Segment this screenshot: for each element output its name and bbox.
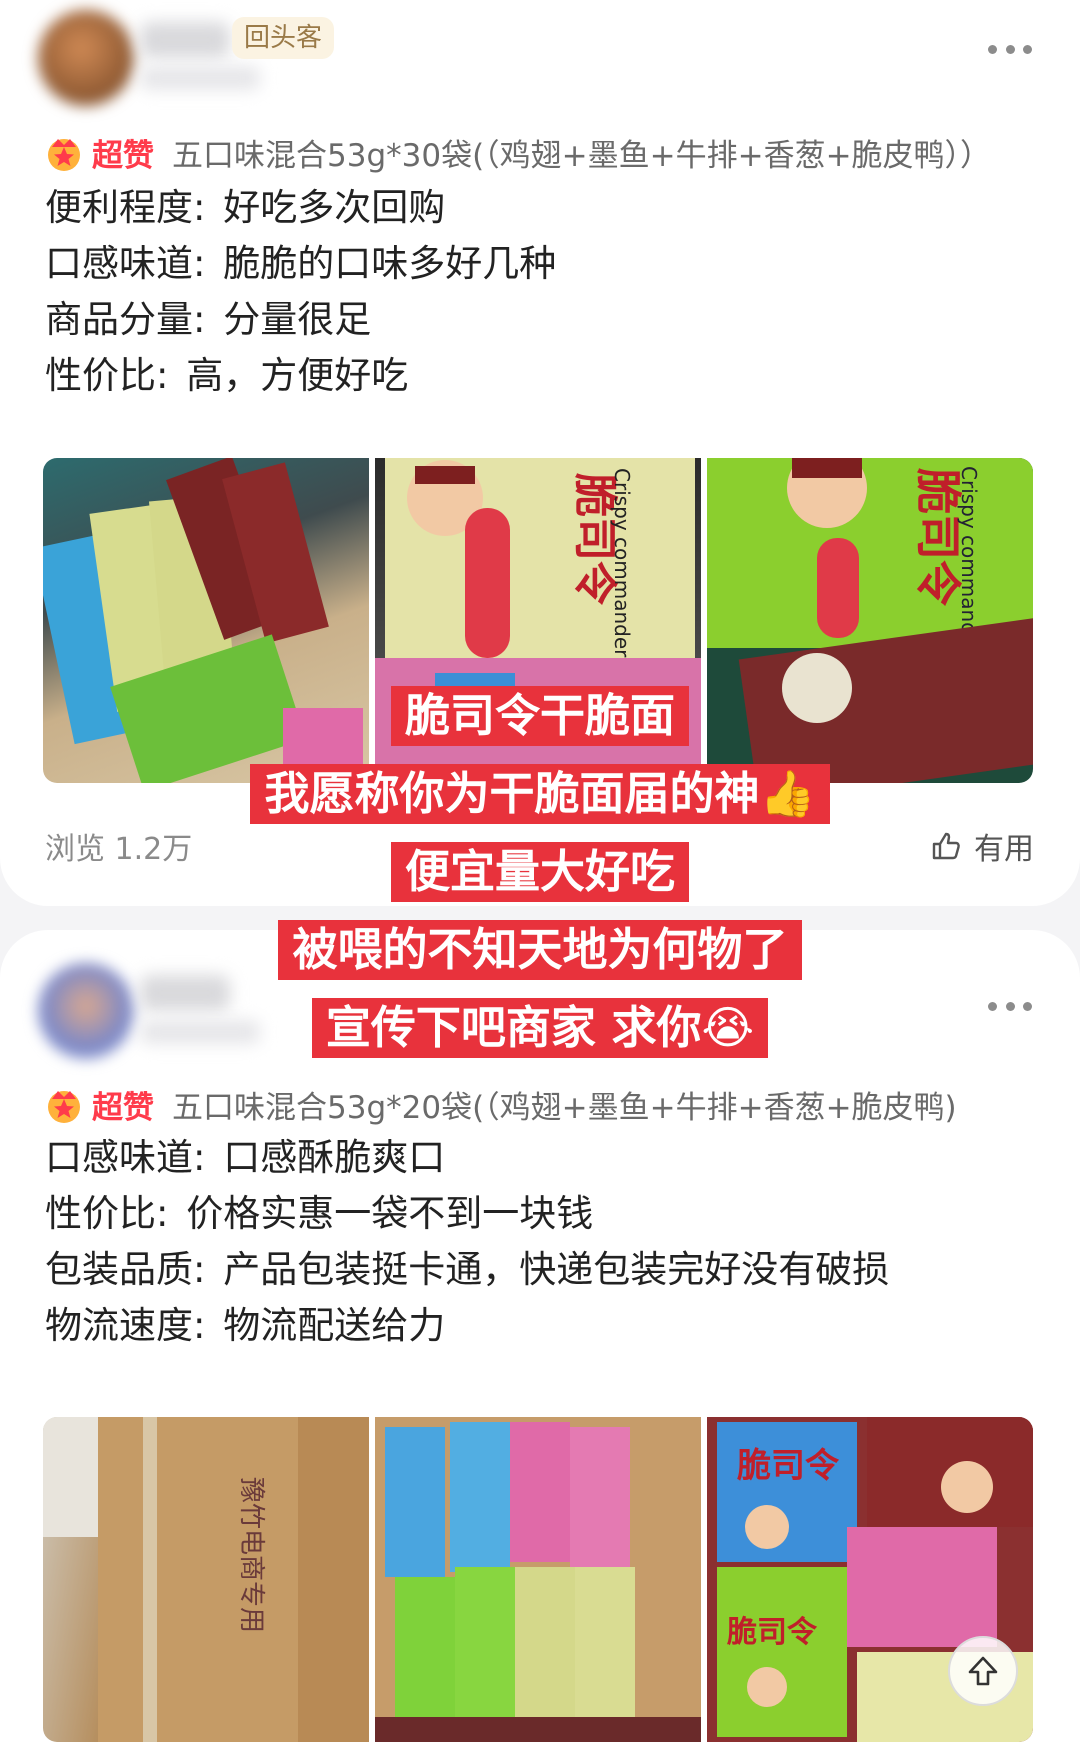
review-line: 口感味道: 脆脆的口味多好几种	[45, 242, 557, 285]
review-photo[interactable]	[375, 1417, 701, 1742]
caption-line: 我愿称你为干脆面届的神👍	[250, 764, 830, 824]
scroll-to-top-button[interactable]	[948, 1636, 1018, 1706]
crown-badge-icon	[48, 138, 80, 171]
product-variant-line: 超赞 五口味混合53g*20袋(（鸡翅+墨鱼+牛排+香葱+脆皮鸭)	[44, 1082, 1050, 1127]
review-photo[interactable]: 豫竹电商专用	[43, 1417, 369, 1742]
more-options-button[interactable]	[988, 44, 1032, 54]
review-text: 口感味道: 口感酥脆爽口 性价比: 价格实惠一袋不到一块钱 包装品质: 产品包装…	[45, 1130, 1040, 1354]
repeat-customer-badge: 回头客	[232, 17, 335, 59]
svg-text:脆司令: 脆司令	[911, 467, 965, 607]
svg-text:脆司令: 脆司令	[737, 1446, 840, 1486]
scroll-top-icon	[968, 1656, 998, 1686]
review-line: 便利程度: 好吃多次回购	[45, 186, 446, 229]
review-line: 性价比: 高，方便好吃	[45, 354, 409, 397]
review-line: 物流速度: 物流配送给力	[45, 1304, 446, 1347]
rating-tag: 超赞	[92, 1090, 154, 1126]
user-avatar[interactable]	[38, 10, 134, 106]
review-text: 便利程度: 好吃多次回购 口感味道: 脆脆的口味多好几种 商品分量: 分量很足 …	[45, 180, 1040, 404]
caption-line: 脆司令干脆面	[390, 686, 689, 746]
brand-en-text: Crispy commander	[610, 468, 634, 658]
caption-line: 便宜量大好吃	[390, 842, 689, 902]
caption-line: 被喂的不知天地为何物了	[278, 920, 802, 980]
review-line: 口感味道: 口感酥脆爽口	[45, 1136, 446, 1179]
more-icon	[988, 44, 997, 54]
user-meta-blurred	[140, 66, 260, 90]
product-variant: 五口味混合53g*20袋(（鸡翅+墨鱼+牛排+香葱+脆皮鸭)	[172, 1090, 957, 1126]
product-variant-line: 超赞 五口味混合53g*30袋(（鸡翅+墨鱼+牛排+香葱+脆皮鸭））	[44, 130, 1050, 175]
username-blurred	[140, 22, 230, 58]
svg-text:脆司令: 脆司令	[726, 1615, 818, 1650]
overlay-captions: 脆司令干脆面 我愿称你为干脆面届的神👍 便宜量大好吃 被喂的不知天地为何物了 宣…	[0, 686, 1080, 1058]
review-photos: 豫竹电商专用 脆司令 脆司令	[43, 1417, 1033, 1742]
review-line: 商品分量: 分量很足	[45, 298, 372, 341]
carton-label-text: 豫竹电商专用	[236, 1477, 266, 1633]
product-variant: 五口味混合53g*30袋(（鸡翅+墨鱼+牛排+香葱+脆皮鸭））	[172, 138, 992, 174]
review-line: 性价比: 价格实惠一袋不到一块钱	[45, 1192, 594, 1235]
rating-tag: 超赞	[92, 138, 154, 174]
review-line: 包装品质: 产品包装挺卡通，快递包装完好没有破损	[45, 1248, 890, 1291]
crown-badge-icon	[48, 1090, 80, 1123]
caption-line: 宣传下吧商家 求你😭	[311, 998, 769, 1058]
